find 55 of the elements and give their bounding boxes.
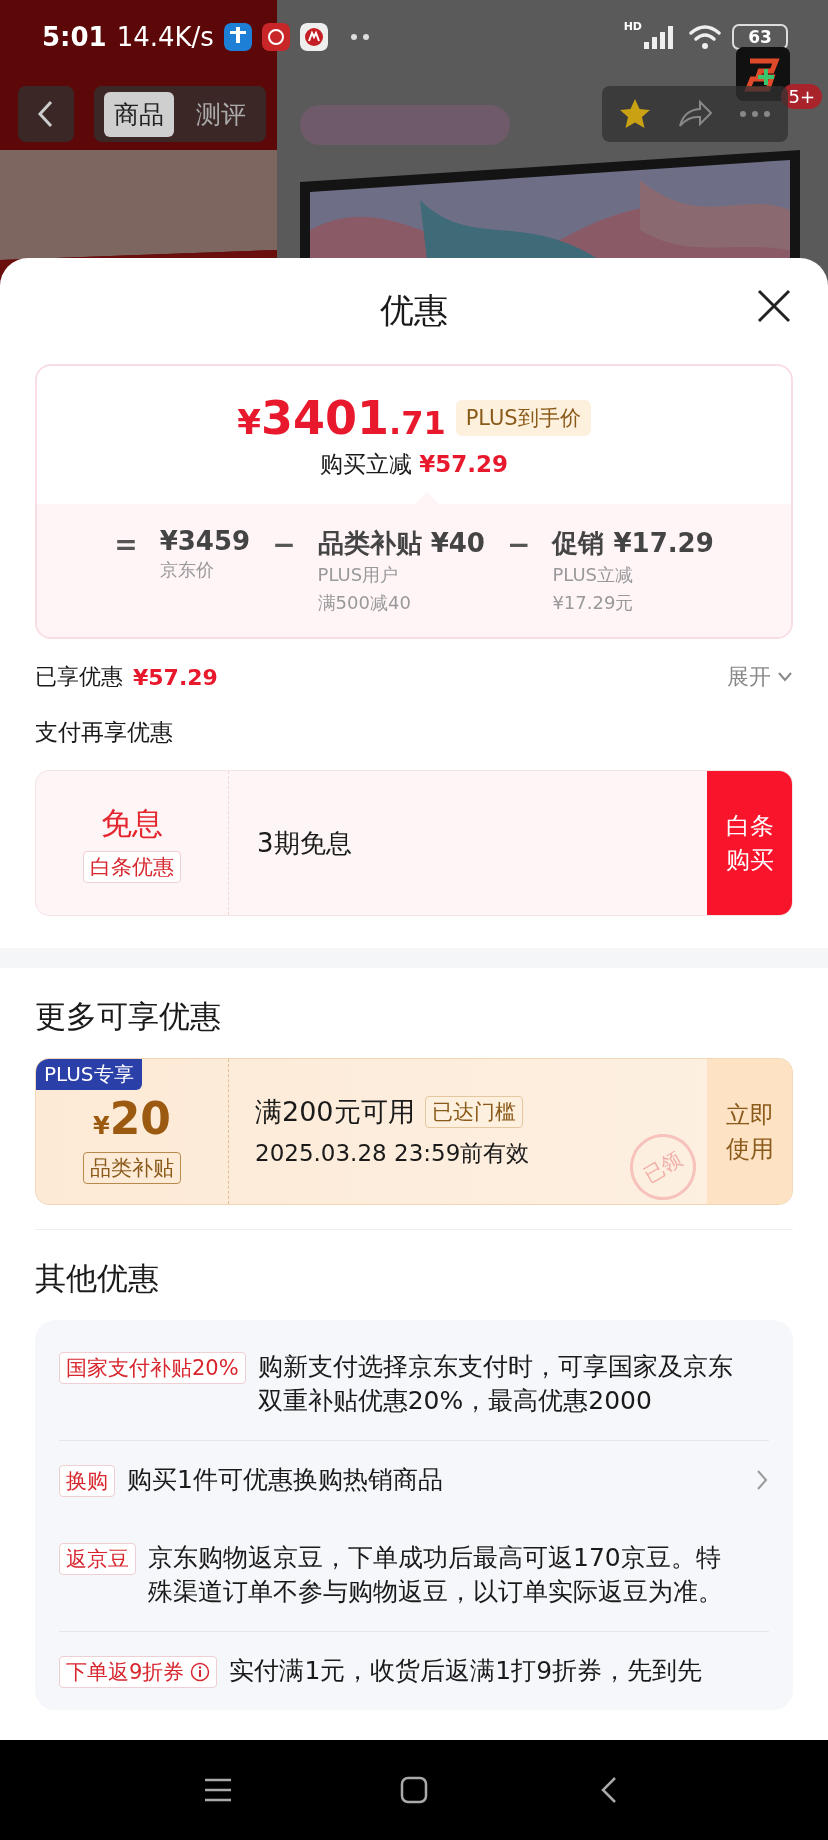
nav-tab[interactable]: 商品: [104, 91, 174, 137]
app-icon: [261, 23, 290, 51]
breakdown-note: ¥17.29元: [552, 591, 635, 615]
wifi-icon: [688, 24, 722, 50]
price-tag: PLUS到手价: [455, 399, 591, 436]
operator-sign: −: [506, 528, 531, 563]
breakdown-note: PLUS用户: [317, 563, 400, 587]
offer-headline: 免息: [101, 804, 163, 843]
status-tag: 已达门槛: [424, 1096, 523, 1128]
breakdown-value: 促销 ¥17.29: [552, 527, 714, 560]
breakdown-note: 京东价: [159, 558, 215, 582]
network-type: HD: [623, 20, 642, 33]
operator-sign: −: [272, 528, 296, 563]
offer-tag: 换购: [59, 1465, 115, 1497]
coupon-condition: 满200元可用: [255, 1095, 415, 1129]
section-title: 其他优惠: [35, 1259, 160, 1298]
discount-label: 已享优惠: [35, 663, 123, 691]
offer-tag: 返京豆: [59, 1543, 136, 1575]
breakdown-note: 满500减40: [317, 591, 412, 615]
coupon-amount: ¥20: [93, 1093, 171, 1144]
back-button[interactable]: [18, 86, 74, 142]
network-speed: 14.4K/s: [116, 22, 214, 52]
breakdown-value: 品类补贴 ¥40: [317, 527, 485, 560]
plus-badge: PLUS专享: [36, 1059, 142, 1090]
app-icon: [299, 23, 328, 51]
operator-sign: =: [114, 528, 138, 563]
more-dots-icon: [349, 33, 372, 41]
nav-tab[interactable]: 测评: [186, 91, 256, 137]
offer-text: 实付满1元，收货后返满1打9折券，先到先: [229, 1655, 704, 1687]
offer-tag: 白条优惠: [83, 851, 181, 883]
offer-tag: 国家支付补贴20%: [59, 1352, 246, 1384]
app-icon: [223, 23, 252, 51]
coupon-validity: 2025.03.28 23:59前有效: [255, 1139, 530, 1168]
section-title: 支付再享优惠: [35, 718, 174, 747]
close-button[interactable]: [756, 288, 792, 324]
discount-amount: ¥57.29: [133, 664, 218, 690]
offer-description: 3期免息: [257, 826, 352, 860]
section-title: 更多可享优惠: [35, 997, 222, 1036]
buy-button[interactable]: 白条购买: [707, 771, 792, 915]
use-button[interactable]: 立即使用: [707, 1059, 792, 1204]
offer-text: 京东购物返京豆，下单成功后最高可返170京豆。特殊渠道订单不参与购物返豆，以订单实际返豆为准。: [148, 1542, 724, 1608]
offer-text: 购买1件可优惠换购热销商品: [127, 1464, 444, 1496]
breakdown-value: ¥3459: [159, 526, 251, 556]
info-icon[interactable]: [190, 1662, 211, 1682]
sheet-title: 优惠: [380, 289, 448, 332]
coupon-tag: 品类补贴: [83, 1152, 181, 1184]
instant-discount: 购买立减 ¥57.29: [319, 449, 509, 479]
expand-toggle[interactable]: 展开: [727, 662, 793, 692]
clock-time: 5:01: [42, 22, 107, 52]
offer-text: 购新支付选择京东支付时，可享国家及京东双重补贴优惠20%，最高优惠2000: [257, 1351, 734, 1417]
close-icon: [756, 288, 792, 324]
breakdown-note: PLUS立减: [552, 563, 634, 587]
final-price: ¥3401.71: [237, 390, 446, 445]
offer-tag: 下单返9折券: [59, 1656, 218, 1688]
chevron-right-icon[interactable]: [755, 1468, 769, 1492]
